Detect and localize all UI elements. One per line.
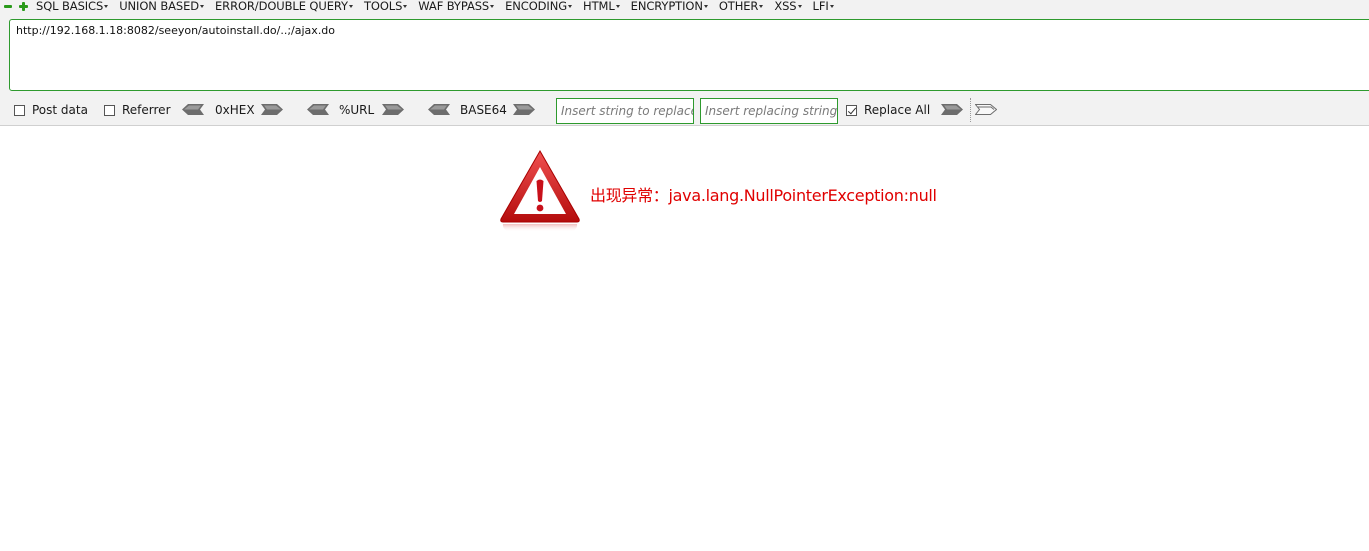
hackbar-toolbar: Post data Referrer 0xHEX %URL BASE64 Ins… (0, 98, 1369, 124)
caret-down-icon (568, 5, 573, 8)
checkbox-box[interactable] (14, 104, 25, 116)
insert-string-to-replace-input[interactable]: Insert string to replace (556, 98, 694, 124)
caret-down-icon (403, 5, 408, 8)
caret-down-icon (703, 5, 708, 8)
execute-arrow-icon[interactable] (975, 104, 997, 115)
menu-union-based[interactable]: UNION BASED (119, 0, 205, 13)
warning-triangle-icon (500, 149, 580, 232)
error-message: 出现异常：java.lang.NullPointerException:null (590, 186, 937, 205)
menu-html[interactable]: HTML (583, 0, 620, 13)
hackbar-panel: SQL BASICS UNION BASED ERROR/DOUBLE QUER… (0, 0, 1369, 126)
menu-sql-basics[interactable]: SQL BASICS (36, 0, 109, 13)
menu-lfi[interactable]: LFI (813, 0, 834, 13)
insert-replacing-string-input[interactable]: Insert replacing string (700, 98, 838, 124)
menu-xss[interactable]: XSS (774, 0, 802, 13)
base64-decode-arrow-icon[interactable] (428, 104, 450, 115)
post-data-checkbox[interactable]: Post data (14, 103, 88, 117)
url-input[interactable] (9, 19, 1369, 91)
hex-encode-arrow-icon[interactable] (261, 104, 283, 115)
replace-all-checkbox[interactable]: Replace All (846, 103, 930, 117)
menu-encoding[interactable]: ENCODING (505, 0, 573, 13)
caret-down-icon (490, 5, 495, 8)
referrer-checkbox[interactable]: Referrer (104, 103, 171, 117)
caret-down-icon (615, 5, 620, 8)
url-decode-arrow-icon[interactable] (307, 104, 329, 115)
base64-encode-arrow-icon[interactable] (513, 104, 535, 115)
menu-tools[interactable]: TOOLS (364, 0, 408, 13)
error-message-block: 出现异常：java.lang.NullPointerException:null (498, 148, 978, 248)
hex-label: 0xHEX (215, 103, 255, 117)
menu-error-double-query[interactable]: ERROR/DOUBLE QUERY (215, 0, 353, 13)
caret-down-icon (104, 5, 109, 8)
base64-label: BASE64 (460, 103, 507, 117)
replace-all-label: Replace All (864, 103, 931, 117)
referrer-label: Referrer (122, 103, 171, 117)
plus-icon[interactable] (19, 1, 28, 11)
url-label: %URL (339, 103, 375, 117)
menu-other[interactable]: OTHER (719, 0, 764, 13)
checkbox-box-checked[interactable] (846, 104, 857, 116)
replace-execute-arrow-icon[interactable] (941, 104, 963, 115)
post-data-label: Post data (32, 103, 88, 117)
toolbar-divider (970, 98, 971, 122)
caret-down-icon (829, 5, 834, 8)
url-encode-arrow-icon[interactable] (382, 104, 404, 115)
hex-decode-arrow-icon[interactable] (182, 104, 204, 115)
caret-down-icon (759, 5, 764, 8)
menu-waf-bypass[interactable]: WAF BYPASS (418, 0, 495, 13)
checkbox-box[interactable] (104, 104, 115, 116)
caret-down-icon (200, 5, 205, 8)
caret-down-icon (348, 5, 353, 8)
hackbar-menubar: SQL BASICS UNION BASED ERROR/DOUBLE QUER… (0, 0, 1369, 13)
caret-down-icon (797, 5, 802, 8)
minus-icon[interactable] (4, 2, 13, 11)
menu-encryption[interactable]: ENCRYPTION (631, 0, 708, 13)
